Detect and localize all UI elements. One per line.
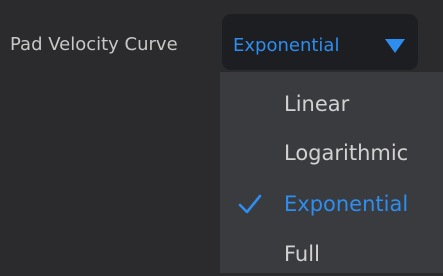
menu-option-linear[interactable]: Linear xyxy=(220,80,443,126)
select-current-value: Exponential xyxy=(233,35,340,56)
menu-option-exponential[interactable]: Exponential xyxy=(220,180,443,226)
velocity-curve-select[interactable]: Exponential xyxy=(222,14,418,70)
menu-option-logarithmic[interactable]: Logarithmic xyxy=(220,129,443,175)
pad-velocity-curve-label: Pad Velocity Curve xyxy=(10,34,178,55)
velocity-curve-dropdown-menu: Linear Logarithmic Exponential Full xyxy=(220,72,443,273)
checkmark-icon xyxy=(238,194,262,214)
menu-option-label: Logarithmic xyxy=(284,141,409,165)
menu-option-label: Linear xyxy=(284,92,350,116)
triangle-down-icon xyxy=(385,39,405,53)
menu-option-label: Full xyxy=(284,242,320,266)
menu-option-full[interactable]: Full xyxy=(220,230,443,276)
menu-option-label: Exponential xyxy=(284,192,409,216)
